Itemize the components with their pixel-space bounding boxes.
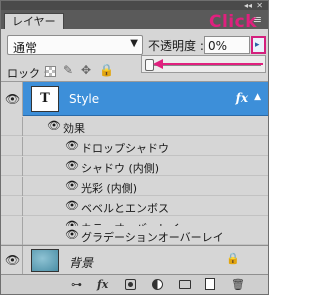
layer-name[interactable]: Style <box>69 92 99 106</box>
trash-icon[interactable]: 🗑 <box>231 278 245 291</box>
opacity-slider-button[interactable]: ▸ <box>251 36 266 54</box>
annotation-arrow-icon <box>153 59 263 69</box>
blend-mode-value: 通常 <box>13 41 38 55</box>
effect-label: ドロップシャドウ <box>81 142 169 155</box>
panel-title-strip: ◂◂ ✕ <box>1 1 268 10</box>
eye-icon[interactable]: 👁 <box>65 139 79 152</box>
layer-thumbnail <box>31 249 59 272</box>
effect-label: シャドウ (内側) <box>81 162 160 175</box>
add-mask-icon[interactable] <box>125 279 136 290</box>
effect-label: 光彩 (内側) <box>81 182 138 195</box>
visibility-cell[interactable]: 👁 <box>1 246 23 275</box>
visibility-cell <box>1 137 23 156</box>
lock-icon: 🔒 <box>226 252 240 265</box>
adjustment-layer-icon[interactable] <box>152 279 163 290</box>
layers-toolbar: ⊶ fx 🗑 <box>1 274 268 294</box>
collapse-effects-icon[interactable]: ▲ <box>254 92 261 102</box>
eye-icon[interactable]: 👁 <box>5 253 20 267</box>
eye-icon[interactable]: 👁 <box>65 159 79 172</box>
close-icon[interactable]: ✕ <box>256 1 263 10</box>
visibility-cell <box>1 226 23 245</box>
eye-icon[interactable]: 👁 <box>5 92 20 106</box>
effect-row[interactable]: 👁 シャドウ (内側) <box>1 157 268 176</box>
lock-image-icon[interactable]: ✎ <box>63 63 73 77</box>
lock-label: ロック : <box>7 67 48 80</box>
fx-icon: fx <box>235 91 248 105</box>
visibility-cell <box>1 157 23 176</box>
opacity-value: 0% <box>208 39 228 53</box>
effects-header-row: 👁 効果 <box>1 117 268 136</box>
effect-row[interactable]: 👁 ベベルとエンボス <box>1 197 268 216</box>
eye-icon[interactable]: 👁 <box>65 228 79 241</box>
blend-mode-select[interactable]: 通常 ▼ <box>7 35 143 55</box>
link-layers-icon[interactable]: ⊶ <box>71 278 82 291</box>
visibility-cell <box>1 117 23 136</box>
effect-label: ベベルとエンボス <box>81 202 169 215</box>
visibility-cell[interactable]: 👁 <box>1 82 23 116</box>
opacity-label: 不透明度 : <box>148 39 204 53</box>
layer-row-background[interactable]: 👁 背景 🔒 <box>1 245 268 275</box>
effects-header-label: 効果 <box>63 122 85 135</box>
opacity-field[interactable]: 0% <box>204 36 250 54</box>
eye-icon[interactable]: 👁 <box>65 199 79 212</box>
chevron-down-icon: ▼ <box>130 38 138 49</box>
collapse-icon[interactable]: ◂◂ <box>244 1 252 10</box>
lock-position-icon[interactable]: ✥ <box>81 63 91 77</box>
effect-row[interactable]: 👁 ドロップシャドウ <box>1 137 268 156</box>
click-annotation: Click <box>209 12 258 32</box>
eye-icon[interactable]: 👁 <box>65 179 79 192</box>
layer-thumbnail: T <box>31 86 59 112</box>
visibility-cell <box>1 197 23 216</box>
add-style-fx-icon[interactable]: fx <box>97 278 108 291</box>
effect-label: グラデーションオーバーレイ <box>81 231 224 244</box>
effect-row[interactable]: 👁 光彩 (内側) <box>1 177 268 196</box>
layer-row-style[interactable]: 👁 T Style fx ▲ <box>1 82 268 116</box>
tab-layers[interactable]: レイヤー <box>4 13 64 29</box>
lock-all-icon[interactable]: 🔒 <box>99 63 114 77</box>
new-layer-icon[interactable] <box>205 278 215 290</box>
effect-row[interactable]: 👁 グラデーションオーバーレイ <box>1 226 268 245</box>
eye-icon[interactable]: 👁 <box>47 119 61 132</box>
visibility-cell <box>1 177 23 196</box>
layer-name[interactable]: 背景 <box>69 254 93 271</box>
chevron-right-icon: ▸ <box>255 40 260 50</box>
lock-transparency-icon[interactable] <box>45 66 56 77</box>
layers-panel: ◂◂ ✕ レイヤー ≡ Click 通常 ▼ 不透明度 : 0% ▸ ロック :… <box>0 0 269 295</box>
new-group-folder-icon[interactable] <box>179 280 191 289</box>
layer-list: 👁 T Style fx ▲ 👁 効果 👁 ドロップシャドウ 👁 シャドウ (内… <box>1 81 268 275</box>
